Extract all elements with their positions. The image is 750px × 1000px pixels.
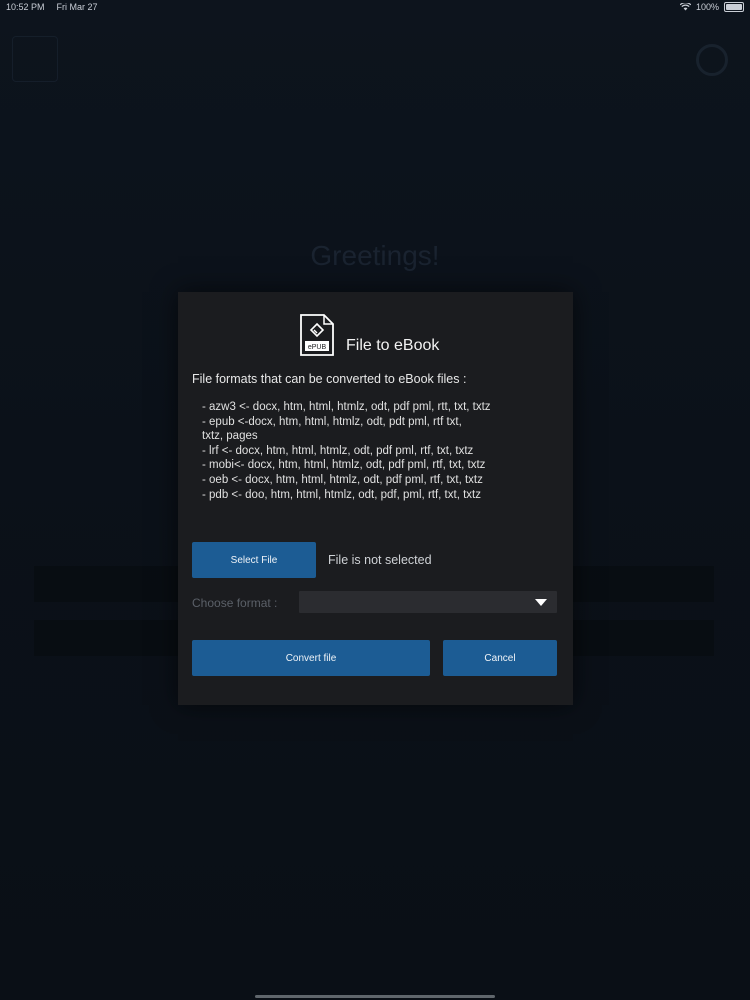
dialog-title: File to eBook	[346, 337, 440, 354]
epub-icon-label: ePUB	[308, 344, 327, 351]
status-time: 10:52 PM	[6, 2, 45, 12]
cancel-button[interactable]: Cancel	[443, 640, 557, 676]
format-line-epub-cont: txtz, pages	[202, 430, 258, 443]
format-line-epub: - epub <-docx, htm, html, htmlz, odt, pd…	[202, 415, 462, 428]
status-date: Fri Mar 27	[56, 2, 98, 12]
wifi-icon	[679, 3, 691, 11]
format-dropdown[interactable]	[299, 591, 557, 613]
menu-icon[interactable]	[12, 36, 58, 82]
battery-percent: 100%	[695, 2, 719, 12]
file-to-ebook-dialog: ePUB File to eBook File formats that can…	[178, 292, 573, 705]
formats-intro: File formats that can be converted to eB…	[192, 372, 467, 386]
format-line-oeb: - oeb <- docx, htm, html, htmlz, odt, pd…	[202, 473, 483, 486]
convert-file-button[interactable]: Convert file	[192, 640, 430, 676]
home-indicator[interactable]	[255, 995, 495, 998]
settings-gear-icon[interactable]	[696, 44, 728, 76]
epub-file-icon: ePUB	[300, 314, 334, 356]
caret-down-icon	[535, 599, 547, 606]
format-line-pdb: - pdb <- doo, htm, html, htmlz, odt, pdf…	[202, 488, 481, 501]
format-list: - azw3 <- docx, htm, html, htmlz, odt, p…	[202, 400, 552, 502]
format-line-azw3: - azw3 <- docx, htm, html, htmlz, odt, p…	[202, 401, 491, 413]
format-line-mobi: - mobi<- docx, htm, html, htmlz, odt, pd…	[202, 459, 486, 472]
select-file-button[interactable]: Select File	[192, 542, 316, 578]
dialog-header: ePUB File to eBook	[300, 314, 439, 356]
choose-format-label: Choose format :	[192, 596, 278, 610]
file-status-text: File is not selected	[328, 553, 432, 567]
battery-icon	[724, 2, 744, 12]
status-right: 100%	[679, 2, 744, 12]
status-bar: 10:52 PM Fri Mar 27 100%	[0, 0, 750, 14]
greeting-title: Greetings!	[310, 240, 440, 271]
format-line-lrf: - lrf <- docx, htm, html, htmlz, odt, pd…	[202, 444, 474, 457]
